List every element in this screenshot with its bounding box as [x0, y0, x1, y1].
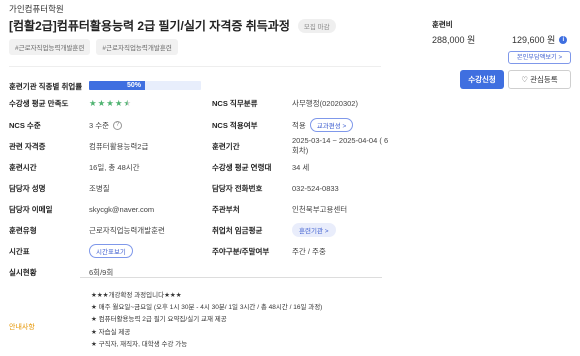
- age-value: 34 세: [292, 162, 310, 172]
- ncs-apply-value: 적용: [292, 120, 306, 130]
- status-badge: 모집 마감: [297, 18, 336, 33]
- employment-rate-fill: 50%: [89, 81, 145, 90]
- cert-label: 관련 자격증: [9, 141, 46, 151]
- star-icon: ★: [114, 97, 123, 108]
- dept-label: 주관부처: [212, 204, 240, 214]
- star-icon: ★: [89, 97, 97, 108]
- type-value: 근로자직업능력개발훈련: [89, 225, 165, 235]
- dept-value: 인천북부고용센터: [292, 204, 348, 214]
- notice-line: ★ 자습실 제공: [91, 328, 131, 336]
- email-label: 담당자 이메일: [9, 204, 53, 214]
- age-label: 수강생 평균 연령대: [212, 162, 272, 172]
- row-email: 담당자 이메일 skycgk@naver.com 주관부처 인천북부고용센터: [9, 202, 389, 216]
- notice-line: ★ 컴퓨터활용능력 2급 필기 요약집/실기 교재 제공: [91, 316, 227, 324]
- notice-content: ★★★개강확정 과정입니다★★★ ★ 매주 월요일~금요일 (오후 1시 30분…: [91, 290, 322, 351]
- question-icon[interactable]: ?: [113, 120, 123, 130]
- divider: [80, 277, 382, 278]
- phone-label: 담당자 전화번호: [212, 183, 263, 193]
- tag-item[interactable]: #근로자직업능력개발훈련: [96, 39, 178, 55]
- row-hours: 훈련시간 16일, 총 48시간 수강생 평균 연령대 34 세: [9, 160, 389, 174]
- hours-label: 훈련시간: [9, 162, 37, 172]
- ncs-level-value: 3 수준: [89, 120, 110, 130]
- employment-rate-text: 50%: [126, 82, 141, 89]
- phone-value: 032-524-0833: [292, 183, 339, 193]
- curriculum-button[interactable]: 교과편성 >: [309, 118, 354, 132]
- dayweek-value: 주간 / 주중: [292, 246, 326, 256]
- satisfaction-value: ★ ★ ★ ★ ★: [89, 98, 131, 109]
- info-icon[interactable]: i: [559, 35, 568, 44]
- status-value: 6회/9회: [89, 267, 114, 277]
- wage-value-wrap: 훈련기관 >: [292, 223, 336, 237]
- dayweek-label: 주야구분/주말여부: [212, 246, 270, 256]
- manager-value: 조병질: [89, 183, 110, 193]
- star-icon: ★: [106, 97, 114, 108]
- type-label: 훈련유형: [9, 225, 37, 235]
- ncs-level-value-wrap: 3 수준 ?: [89, 120, 123, 131]
- rating-stars: ★ ★ ★ ★ ★: [89, 98, 131, 109]
- employment-rate-label: 훈련기관 직종별 취업률: [9, 81, 83, 91]
- email-value: skycgk@naver.com: [89, 204, 155, 214]
- row-cert: 관련 자격증 컴퓨터활용능력2급 훈련기간 2025-03-14 ~ 2025-…: [9, 136, 389, 155]
- ncs-duty-label: NCS 직무분류: [212, 98, 258, 108]
- tag-item[interactable]: #근로자직업능력개발훈련: [9, 39, 91, 55]
- ncs-level-label: NCS 수준: [9, 120, 41, 130]
- row-schedule: 시간표 시간표보기 주야구분/주말여부 주간 / 주중: [9, 244, 389, 258]
- title-row: [컴활2급]컴퓨터활용능력 2급 필기/실기 자격증 취득과정 모집 마감: [9, 17, 336, 34]
- institution-button[interactable]: 훈련기관 >: [292, 223, 336, 237]
- divider: [9, 66, 381, 67]
- schedule-button[interactable]: 시간표보기: [89, 244, 133, 258]
- favorite-button[interactable]: ♡ 관심등록: [508, 70, 571, 89]
- apply-button[interactable]: 수강신청: [460, 70, 504, 89]
- row-employment-rate: 훈련기관 직종별 취업률 50%: [9, 79, 389, 93]
- satisfaction-label: 수강생 평균 만족도: [9, 98, 69, 108]
- favorite-button-label: 관심등록: [530, 75, 558, 84]
- row-satisfaction: 수강생 평균 만족도 ★ ★ ★ ★ ★ NCS 직무분류 사무행정(02020…: [9, 96, 389, 110]
- page-title: [컴활2급]컴퓨터활용능력 2급 필기/실기 자격증 취득과정: [9, 19, 290, 33]
- wage-label: 취업처 임금평균: [212, 225, 263, 235]
- ncs-duty-value: 사무행정(02020302): [292, 98, 358, 108]
- row-manager: 담당자 성명 조병질 담당자 전화번호 032-524-0833: [9, 181, 389, 195]
- manager-label: 담당자 성명: [9, 183, 46, 193]
- period-label: 훈련기간: [212, 141, 240, 151]
- cert-value: 컴퓨터활용능력2급: [89, 141, 149, 151]
- status-label: 실시현황: [9, 267, 37, 277]
- notice-line: ★ 매주 월요일~금요일 (오후 1시 30분 - 4시 30분/ 1일 3시간…: [91, 304, 323, 312]
- star-icon: ★: [97, 97, 106, 108]
- tag-list: #근로자직업능력개발훈련 #근로자직업능력개발훈련: [9, 39, 178, 55]
- ncs-apply-value-wrap: 적용 교과편성 >: [292, 118, 354, 132]
- fee-price-self-value: 129,600 원: [512, 35, 556, 45]
- heart-icon: ♡: [521, 75, 529, 84]
- fee-price-self: 129,600 원 i: [512, 33, 568, 46]
- notice-line: ★ 구직자, 재직자, 대학생 수강 가능: [91, 340, 188, 348]
- row-ncs-level: NCS 수준 3 수준 ? NCS 적용여부 적용 교과편성 >: [9, 118, 389, 132]
- period-value: 2025-03-14 ~ 2025-04-04 ( 6회차): [292, 136, 389, 155]
- fee-label: 훈련비: [432, 20, 453, 29]
- employment-rate-bar: 50%: [89, 81, 201, 90]
- schedule-label: 시간표: [9, 246, 30, 256]
- ncs-apply-label: NCS 적용여부: [212, 120, 258, 130]
- org-name: 가인컴퓨터학원: [9, 4, 64, 14]
- schedule-value-wrap: 시간표보기: [89, 244, 133, 258]
- fee-price: 288,000 원: [432, 35, 476, 45]
- star-half-icon: ★: [123, 97, 132, 108]
- notice-label: 안내사항: [9, 324, 35, 331]
- hours-value: 16일, 총 48시간: [89, 162, 140, 172]
- notice-line: ★★★개강확정 과정입니다★★★: [91, 292, 182, 299]
- row-type: 훈련유형 근로자직업능력개발훈련 취업처 임금평균 훈련기관 >: [9, 223, 389, 237]
- self-pay-button[interactable]: 본인부담액보기 >: [508, 51, 571, 64]
